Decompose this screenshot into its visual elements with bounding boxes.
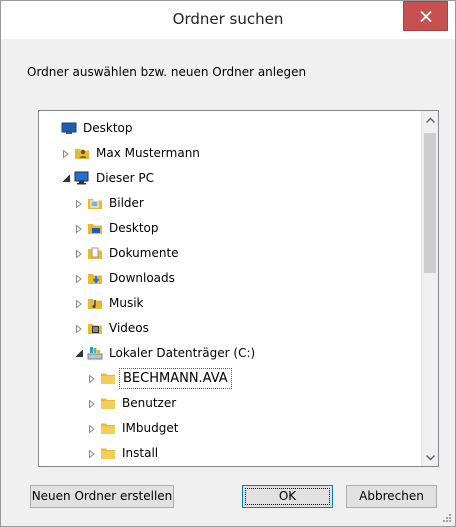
vertical-scrollbar[interactable] — [421, 111, 438, 466]
collapse-arrow-icon[interactable] — [62, 166, 72, 191]
expand-arrow-icon[interactable] — [88, 391, 98, 416]
tree-item-label: Bilder — [109, 196, 144, 210]
no-expander — [49, 116, 59, 141]
new-folder-button[interactable]: Neuen Ordner erstellen — [30, 485, 174, 508]
cancel-button[interactable]: Abbrechen — [346, 485, 437, 508]
tree-item-label: Desktop — [83, 121, 133, 135]
tree-item-label: Desktop — [109, 221, 159, 235]
collapse-arrow-icon[interactable] — [75, 341, 85, 366]
tree-item-label: IMbudget — [122, 421, 179, 435]
tree-item-label: Install — [122, 446, 159, 460]
folder-icon — [100, 395, 116, 411]
expand-arrow-icon[interactable] — [75, 266, 85, 291]
expand-arrow-icon[interactable] — [88, 366, 98, 391]
desktop-icon — [61, 120, 77, 136]
expand-arrow-icon[interactable] — [75, 241, 85, 266]
close-icon — [420, 11, 432, 22]
browse-folder-dialog: Ordner suchen Ordner auswählen bzw. neue… — [0, 0, 456, 527]
cancel-button-label: Abbrechen — [359, 489, 424, 503]
folder-icon — [100, 370, 116, 386]
music-folder-icon — [87, 295, 103, 311]
expand-arrow-icon[interactable] — [75, 291, 85, 316]
chevron-down-icon — [426, 455, 435, 461]
tree-item-label: Musik — [109, 296, 144, 310]
folder-tree[interactable]: Desktop Max Mustermann Dieser PC Bilder Desk… — [38, 110, 439, 467]
ok-button-label: OK — [278, 489, 297, 503]
resize-grip-icon[interactable] — [442, 513, 452, 523]
folder-icon — [100, 420, 116, 436]
tree-item-label: Dieser PC — [96, 171, 154, 185]
tree-item-label: Lokaler Datenträger (C:) — [109, 346, 256, 360]
documents-folder-icon — [87, 245, 103, 261]
title-bar[interactable]: Ordner suchen — [1, 1, 455, 39]
expand-arrow-icon[interactable] — [75, 191, 85, 216]
chevron-up-icon — [426, 117, 435, 123]
computer-icon — [74, 170, 90, 186]
ok-button[interactable]: OK — [242, 485, 333, 508]
expand-arrow-icon[interactable] — [75, 316, 85, 341]
tree-item-label: Videos — [109, 321, 149, 335]
pictures-folder-icon — [87, 195, 103, 211]
tree-item-label: BECHMANN.AVA — [119, 368, 232, 389]
desktop-folder-icon — [87, 220, 103, 236]
scroll-down-button[interactable] — [422, 449, 438, 466]
expand-arrow-icon[interactable] — [75, 216, 85, 241]
tree-item-label: Dokumente — [109, 246, 179, 260]
tree-item-label: Max Mustermann — [96, 146, 200, 160]
expand-arrow-icon[interactable] — [88, 416, 98, 441]
window-title: Ordner suchen — [172, 10, 284, 28]
tree-item-label: Downloads — [109, 271, 175, 285]
tree-item-label: Benutzer — [122, 396, 177, 410]
expand-arrow-icon[interactable] — [88, 441, 98, 466]
drive-icon — [87, 345, 103, 361]
videos-folder-icon — [87, 320, 103, 336]
user-folder-icon — [74, 145, 90, 161]
expand-arrow-icon[interactable] — [62, 141, 72, 166]
scroll-up-button[interactable] — [422, 111, 438, 128]
dialog-description: Ordner auswählen bzw. neuen Ordner anleg… — [27, 65, 307, 79]
folder-icon — [100, 445, 116, 461]
downloads-folder-icon — [87, 270, 103, 286]
close-button[interactable] — [403, 1, 448, 31]
new-folder-button-label: Neuen Ordner erstellen — [31, 489, 173, 503]
scroll-thumb[interactable] — [424, 133, 436, 273]
